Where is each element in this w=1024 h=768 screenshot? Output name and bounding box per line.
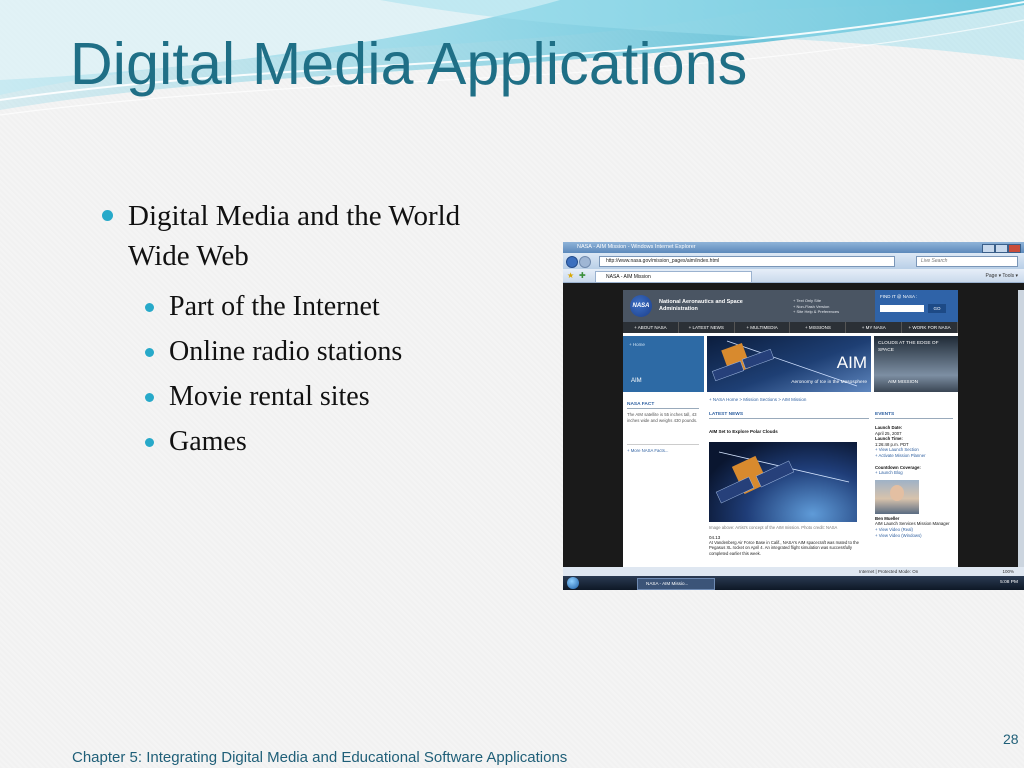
- favorites-star-icon: ★: [567, 271, 575, 280]
- start-orb-icon: [567, 577, 579, 589]
- event-link: + Activate Mission Planner: [875, 452, 926, 458]
- sub-bullet-item: Part of the Internet: [128, 284, 502, 329]
- person-role: AIM Launch Services Mission Manager: [875, 521, 950, 527]
- launch-blog-link: + Launch Blog: [875, 470, 903, 476]
- aim-label: AIM: [631, 378, 642, 384]
- nasa-logo: NASA: [630, 295, 652, 317]
- events-heading: EVENTS: [875, 412, 953, 419]
- nav-item: + LATEST NEWS: [679, 322, 735, 333]
- nav-item: + MISSIONS: [790, 322, 847, 333]
- clock: 5:08 PM: [1000, 580, 1018, 585]
- nav-item: + MULTIMEDIA: [735, 322, 791, 333]
- person-info: Ben Mueller AIM Launch Services Mission …: [875, 516, 953, 538]
- forward-arrow-icon: [579, 256, 591, 268]
- person-photo: [875, 479, 919, 514]
- browser-tab: NASA - AIM Mission: [595, 271, 752, 282]
- launch-info: Launch Date: April 25, 2007 Launch Time:…: [875, 425, 953, 459]
- add-favorites-icon: ✚: [579, 271, 586, 280]
- banner-title: AIM: [836, 353, 867, 372]
- tab-bar: ★ ✚ NASA - AIM Mission Page ▾ Tools ▾: [563, 269, 1024, 283]
- bullet-text: Digital Media and the World Wide Web: [128, 200, 461, 272]
- countdown-info: Countdown Coverage: + Launch Blog: [875, 465, 953, 476]
- story-title: AIM Set to Explore Polar Clouds: [709, 429, 778, 434]
- security-zone: Internet | Protected Mode: On: [859, 569, 919, 574]
- browser-window-title: NASA - AIM Mission - Windows Internet Ex…: [577, 244, 696, 250]
- satellite-image: [715, 451, 850, 504]
- nasa-fact-text: The AIM satellite is 55 inches tall, 43 …: [627, 412, 698, 423]
- slide-title: Digital Media Applications: [70, 31, 748, 97]
- find-it-box: FIND IT @ NASA : GO: [875, 290, 958, 322]
- nav-item: + ABOUT NASA: [623, 322, 679, 333]
- nasa-nav-bar: + ABOUT NASA + LATEST NEWS + MULTIMEDIA …: [623, 322, 958, 333]
- launch-time: 1:26:48 p.m. PDT: [875, 441, 909, 447]
- nav-item: + MY NASA: [846, 322, 903, 333]
- clouds-panel: CLOUDS AT THE EDGE OF SPACE AIM MISSION: [874, 336, 958, 392]
- sub-bullet-item: Online radio stations: [128, 329, 502, 374]
- browser-screenshot: NASA - AIM Mission - Windows Internet Ex…: [563, 242, 1024, 590]
- bullet-item-level1: Digital Media and the World Wide Web Par…: [102, 196, 502, 464]
- home-link: + Home: [629, 342, 645, 347]
- nasa-header: NASA National Aeronautics and Space Admi…: [623, 290, 958, 322]
- center-column: LATEST NEWS AIM Set to Explore Polar Clo…: [709, 412, 869, 557]
- page-number: 28: [1003, 731, 1019, 747]
- search-field: Live Search: [916, 256, 1018, 267]
- latest-news-heading: LATEST NEWS: [709, 412, 869, 419]
- back-arrow-icon: [566, 256, 578, 268]
- launch-date: April 25, 2007: [875, 430, 902, 436]
- sub-bullet-item: Games: [128, 419, 502, 464]
- status-bar: Internet | Protected Mode: On 100%: [563, 567, 1024, 576]
- zoom-level: 100%: [1002, 569, 1014, 574]
- address-bar-row: http://www.nasa.gov/mission_pages/aim/in…: [563, 253, 1024, 269]
- browser-title-bar: NASA - AIM Mission - Windows Internet Ex…: [563, 242, 1024, 253]
- taskbar-item: NASA - AIM Missio...: [637, 578, 715, 590]
- scrollbar: [1018, 290, 1024, 567]
- sub-bullet-item: Movie rental sites: [128, 374, 502, 419]
- sub-bullet-list: Part of the Internet Online radio statio…: [128, 284, 502, 464]
- maximize-icon: [995, 244, 1008, 253]
- agency-name: National Aeronautics and Space Administr…: [659, 299, 743, 312]
- address-field: http://www.nasa.gov/mission_pages/aim/in…: [599, 256, 895, 267]
- home-panel: + Home AIM: [623, 336, 704, 392]
- bullet-list: Digital Media and the World Wide Web Par…: [102, 196, 502, 464]
- more-facts-link: + More NASA Facts...: [627, 443, 699, 453]
- right-column: EVENTS Launch Date: April 25, 2007 Launc…: [875, 412, 953, 538]
- command-bar: Page ▾ Tools ▾: [985, 273, 1018, 279]
- utility-link: + Site Help & Preferences: [793, 309, 840, 314]
- nasa-webpage: NASA National Aeronautics and Space Admi…: [623, 290, 958, 567]
- find-it-input: [880, 305, 924, 312]
- slide-footer: Chapter 5: Integrating Digital Media and…: [72, 749, 568, 766]
- aim-banner: AIM Aeronomy of Ice in the Mesosphere: [707, 336, 871, 392]
- video-link: + View Video (Windows): [875, 532, 922, 538]
- windows-taskbar: NASA - AIM Missio... 5:08 PM: [563, 576, 1024, 590]
- clouds-subtitle: AIM MISSION: [888, 380, 919, 385]
- nasa-fact-heading: NASA FACT: [627, 402, 699, 409]
- story-image: [709, 442, 857, 522]
- breadcrumb: + NASA Home > Mission Sections > AIM Mis…: [709, 397, 807, 402]
- minimize-icon: [982, 244, 995, 253]
- go-button: GO: [928, 304, 946, 313]
- utility-links: + Text Only Site + Non-Flash Version + S…: [793, 298, 839, 315]
- story-text: At Vandenberg Air Force Base in Calif., …: [709, 539, 859, 557]
- nav-item: + WORK FOR NASA: [902, 322, 958, 333]
- clouds-title: CLOUDS AT THE EDGE OF SPACE: [878, 341, 939, 353]
- left-column: NASA FACT The AIM satellite is 55 inches…: [627, 402, 699, 453]
- find-it-label: FIND IT @ NASA :: [880, 294, 918, 299]
- image-caption: Image above: Artist's concept of the AIM…: [709, 525, 838, 530]
- banner-subtitle: Aeronomy of Ice in the Mesosphere: [791, 380, 867, 385]
- close-icon: [1008, 244, 1021, 253]
